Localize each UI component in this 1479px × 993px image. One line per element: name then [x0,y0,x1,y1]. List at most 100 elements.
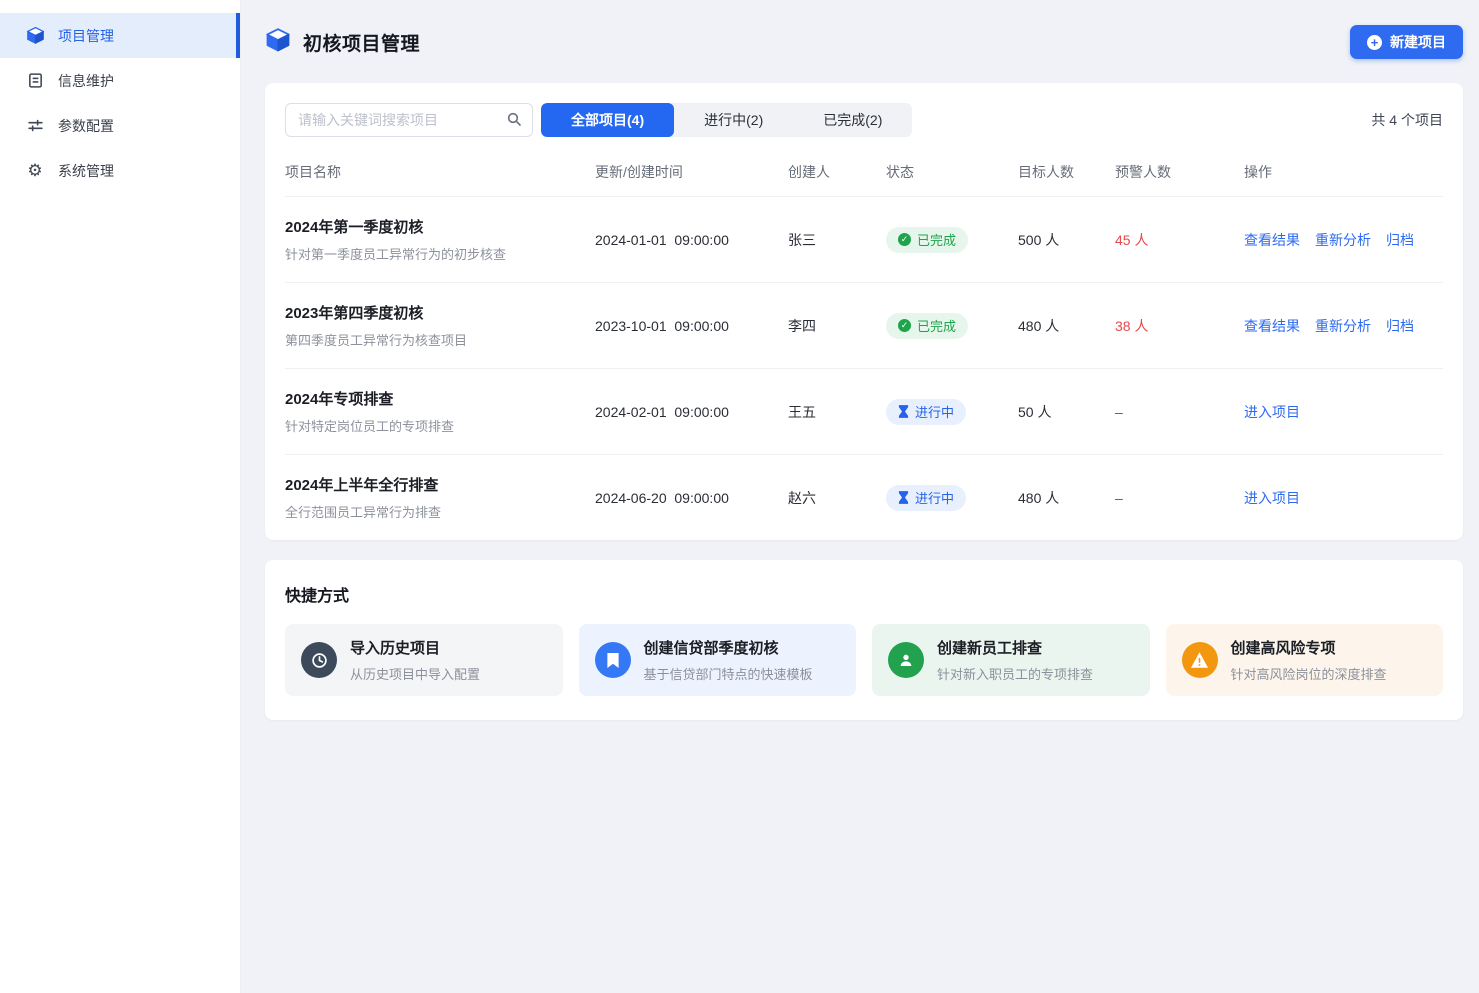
hourglass-icon [898,491,909,504]
column-header-warning: 预警人数 [1115,162,1244,182]
project-name: 2024年第一季度初核 [285,216,595,237]
shortcuts-title: 快捷方式 [285,582,1443,606]
plus-icon: + [1367,35,1382,50]
clock-icon [301,642,337,678]
column-header-creator: 创建人 [788,162,886,182]
search-icon[interactable] [506,111,522,132]
shortcut-import-history[interactable]: 导入历史项目 从历史项目中导入配置 [285,624,563,696]
project-name: 2023年第四季度初核 [285,302,595,323]
page-title: 初核项目管理 [303,29,420,56]
shortcuts-card: 快捷方式 导入历史项目 从历史项目中导入配置 创建 [265,560,1463,720]
toolbar: 全部项目(4) 进行中(2) 已完成(2) 共 4 个项目 [285,103,1443,137]
view-results-link[interactable]: 查看结果 [1244,316,1300,336]
column-header-target: 目标人数 [1018,162,1115,182]
check-circle-icon: ✓ [898,233,911,246]
table-row: 2024年上半年全行排查 全行范围员工异常行为排查 2024-06-20 09:… [285,455,1443,540]
main-content: 初核项目管理 + 新建项目 全部项目(4) 进行中(2) 已完成(2) [241,0,1479,993]
project-list-card: 全部项目(4) 进行中(2) 已完成(2) 共 4 个项目 项目名称 更新/创建… [265,83,1463,540]
warning-triangle-icon [1182,642,1218,678]
creator: 李四 [788,316,886,336]
document-icon [25,71,45,91]
page-header: 初核项目管理 + 新建项目 [265,25,1463,59]
table-row: 2024年专项排查 针对特定岗位员工的专项排查 2024-02-01 09:00… [285,369,1443,455]
check-circle-icon: ✓ [898,319,911,332]
sidebar-item-label: 系统管理 [58,161,114,181]
target-count: 480 人 [1018,488,1115,508]
column-header-time: 更新/创建时间 [595,162,788,182]
cube-icon [265,27,291,58]
shortcut-desc: 针对高风险岗位的深度排查 [1231,664,1387,683]
project-desc: 针对第一季度员工异常行为的初步核查 [285,244,595,263]
shortcut-title: 创建新员工排查 [937,637,1093,658]
person-icon [888,642,924,678]
sidebar-item-project-management[interactable]: 项目管理 [0,13,240,58]
project-name: 2024年上半年全行排查 [285,474,595,495]
shortcut-new-employee[interactable]: 创建新员工排查 针对新入职员工的专项排查 [872,624,1150,696]
sidebar-item-label: 信息维护 [58,71,114,91]
status-badge: 进行中 [886,485,966,511]
table-header-row: 项目名称 更新/创建时间 创建人 状态 目标人数 预警人数 操作 [285,137,1443,197]
enter-project-link[interactable]: 进入项目 [1244,402,1300,422]
creator: 王五 [788,402,886,422]
app-window: 项目管理 信息维护 参数配置 ⚙ 系统管理 初核项目管理 + [0,0,1479,993]
created-time: 2023-10-01 09:00:00 [595,318,788,334]
shortcut-desc: 从历史项目中导入配置 [350,664,480,683]
shortcut-desc: 基于信贷部门特点的快速模板 [644,664,813,683]
filter-tabs: 全部项目(4) 进行中(2) 已完成(2) [541,103,912,137]
sidebar-item-info-maintenance[interactable]: 信息维护 [0,58,240,103]
table-row: 2024年第一季度初核 针对第一季度员工异常行为的初步核查 2024-01-01… [285,197,1443,283]
target-count: 50 人 [1018,402,1115,422]
project-desc: 针对特定岗位员工的专项排查 [285,416,595,435]
created-time: 2024-01-01 09:00:00 [595,232,788,248]
target-count: 500 人 [1018,230,1115,250]
tab-completed[interactable]: 已完成(2) [793,103,912,137]
created-time: 2024-06-20 09:00:00 [595,490,788,506]
created-time: 2024-02-01 09:00:00 [595,404,788,420]
tab-all-projects[interactable]: 全部项目(4) [541,103,674,137]
shortcut-title: 创建高风险专项 [1231,637,1387,658]
sidebar-item-label: 参数配置 [58,116,114,136]
search-box [285,103,533,137]
target-count: 480 人 [1018,316,1115,336]
shortcut-title: 导入历史项目 [350,637,480,658]
hourglass-icon [898,405,909,418]
project-desc: 全行范围员工异常行为排查 [285,502,595,521]
column-header-name: 项目名称 [285,162,595,182]
warning-count: – [1115,490,1244,506]
sidebar: 项目管理 信息维护 参数配置 ⚙ 系统管理 [0,0,241,993]
sidebar-item-label: 项目管理 [58,26,114,46]
archive-link[interactable]: 归档 [1386,316,1414,336]
status-badge: ✓ 已完成 [886,313,968,339]
shortcut-desc: 针对新入职员工的专项排查 [937,664,1093,683]
warning-count: 45 人 [1115,230,1244,250]
enter-project-link[interactable]: 进入项目 [1244,488,1300,508]
reanalyze-link[interactable]: 重新分析 [1315,316,1371,336]
new-project-button[interactable]: + 新建项目 [1350,25,1463,59]
sliders-icon [25,116,45,136]
project-desc: 第四季度员工异常行为核查项目 [285,330,595,349]
column-header-actions: 操作 [1244,162,1443,182]
sidebar-item-system-management[interactable]: ⚙ 系统管理 [0,148,240,193]
column-header-status: 状态 [886,162,1018,182]
shortcut-high-risk[interactable]: 创建高风险专项 针对高风险岗位的深度排查 [1166,624,1444,696]
creator: 张三 [788,230,886,250]
warning-count: 38 人 [1115,316,1244,336]
table-row: 2023年第四季度初核 第四季度员工异常行为核查项目 2023-10-01 09… [285,283,1443,369]
shortcut-title: 创建信贷部季度初核 [644,637,813,658]
status-badge: 进行中 [886,399,966,425]
bookmark-icon [595,642,631,678]
sidebar-item-parameter-config[interactable]: 参数配置 [0,103,240,148]
tab-in-progress[interactable]: 进行中(2) [674,103,793,137]
archive-link[interactable]: 归档 [1386,230,1414,250]
creator: 赵六 [788,488,886,508]
project-name: 2024年专项排查 [285,388,595,409]
shortcut-credit-quarterly[interactable]: 创建信贷部季度初核 基于信贷部门特点的快速模板 [579,624,857,696]
cube-icon [25,26,45,46]
search-input[interactable] [285,103,533,137]
reanalyze-link[interactable]: 重新分析 [1315,230,1371,250]
view-results-link[interactable]: 查看结果 [1244,230,1300,250]
status-badge: ✓ 已完成 [886,227,968,253]
warning-count: – [1115,404,1244,420]
gear-icon: ⚙ [25,161,45,181]
total-project-count: 共 4 个项目 [1371,110,1443,130]
